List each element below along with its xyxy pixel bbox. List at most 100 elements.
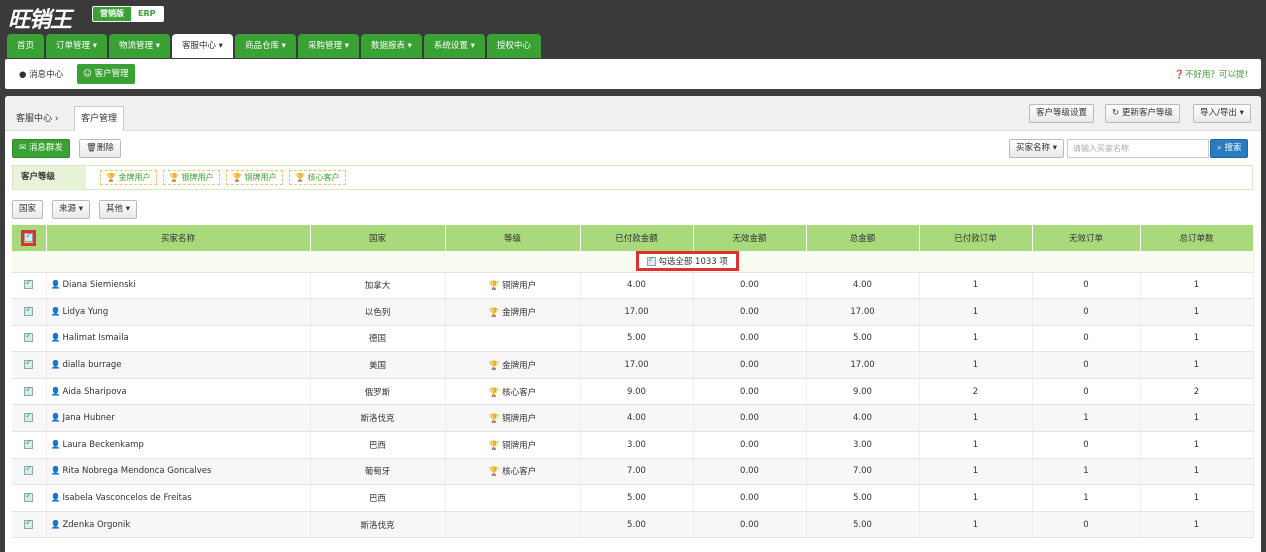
trophy-icon: 🏆 <box>488 414 500 425</box>
col-invalid-amount[interactable]: 无效金额 <box>693 225 807 251</box>
col-total-amount[interactable]: 总金额 <box>806 225 920 251</box>
row-checkbox-cell[interactable] <box>12 351 47 379</box>
buyer-name-select[interactable]: 买家名称 ▾ <box>1009 139 1064 158</box>
table-row[interactable]: 👤Isabela Vasconcelos de Freitas巴西 5.000.0… <box>12 484 1254 512</box>
row-checkbox[interactable] <box>24 464 34 476</box>
buyer-name-cell[interactable]: 👤 Diana Siemienski <box>46 272 311 300</box>
user-icon: 👤 <box>50 306 61 316</box>
search-button[interactable]: ⌕ 搜索 <box>1210 139 1249 158</box>
level-cell: 🏆 铜牌用户 <box>445 272 581 300</box>
row-checkbox[interactable] <box>24 491 34 503</box>
level-cell <box>445 511 581 539</box>
table-row[interactable]: 👤dialla burrage美国🏆 金牌用户17.000.0017.00101 <box>12 351 1254 379</box>
nav-tab-7[interactable]: 系统设置 ▾ <box>423 34 485 58</box>
row-checkbox[interactable] <box>24 411 34 423</box>
nav-tab-8[interactable]: 授权中心 <box>486 34 541 58</box>
row-checkbox-cell[interactable] <box>12 325 47 353</box>
edition-erp[interactable]: ERP <box>131 7 163 21</box>
row-checkbox-cell[interactable] <box>12 458 47 486</box>
row-checkbox-cell[interactable] <box>12 272 47 300</box>
total-amount-cell: 5.00 <box>806 484 920 512</box>
row-checkbox[interactable] <box>24 385 34 396</box>
table-row[interactable]: 👤Aida Sharipova俄罗斯🏆 核心客户9.000.009.00202 <box>12 378 1254 406</box>
delete-button[interactable]: 🗑删除 <box>79 139 121 158</box>
main-nav: 首页 订单管理 ▾ 物流管理 ▾ 客服中心 ▾ 商品仓库 ▾ 采购管理 ▾ 数据报表 ▾ 系统… <box>7 34 541 58</box>
row-checkbox-cell[interactable] <box>12 404 47 433</box>
message-center-link[interactable]: ● 消息中心 <box>19 68 63 80</box>
col-country[interactable]: 国家 <box>310 225 446 251</box>
row-checkbox[interactable] <box>24 278 34 290</box>
level-silver[interactable]: 🏆 银牌用户 <box>163 170 220 185</box>
country-cell: 以色列 <box>310 298 446 326</box>
select-all-header[interactable] <box>12 225 47 251</box>
select-all-items[interactable]: 勾选全部 1033 项 <box>635 251 739 272</box>
total-orders-cell: 1 <box>1140 484 1254 512</box>
col-buyer-name[interactable]: 买家名称 <box>46 225 311 251</box>
bulk-message-button[interactable]: ✉ 消息群发 <box>12 139 70 158</box>
col-paid-orders[interactable]: 已付款订单 <box>919 225 1033 251</box>
level-settings-button[interactable]: 客户等级设置 <box>1029 104 1095 123</box>
nav-tab-4[interactable]: 商品仓库 ▾ <box>234 34 296 58</box>
total-orders-cell: 1 <box>1140 458 1254 486</box>
nav-tab-1[interactable]: 订单管理 ▾ <box>46 34 107 58</box>
other-filter[interactable]: 其他 ▾ <box>99 200 137 219</box>
select-all-checkbox[interactable] <box>24 231 34 242</box>
buyer-name-cell[interactable]: 👤 Isabela Vasconcelos de Freitas <box>46 484 311 512</box>
trophy-icon: 🏆 <box>295 173 305 182</box>
update-level-button[interactable]: ↻ 更新客户等级 <box>1105 104 1180 123</box>
source-filter[interactable]: 来源 ▾ <box>52 200 90 219</box>
nav-tab-5[interactable]: 采购管理 ▾ <box>297 34 359 58</box>
buyer-name-cell[interactable]: 👤 Jana Hubner <box>46 404 311 433</box>
row-checkbox-cell[interactable] <box>12 484 47 512</box>
buyer-name-cell[interactable]: 👤 Zdenka Orgonik <box>46 511 311 539</box>
customer-management-tab[interactable]: ☺ 客户管理 <box>77 64 135 84</box>
nav-tab-0[interactable]: 首页 <box>7 34 45 58</box>
feedback-link[interactable]: ❓不好用？可以提！ <box>1174 68 1253 80</box>
row-checkbox[interactable] <box>24 305 34 316</box>
row-checkbox[interactable] <box>24 518 34 529</box>
edition-marketing[interactable]: 营销版 <box>93 7 131 21</box>
select-all-items-checkbox[interactable] <box>646 255 656 267</box>
table-row[interactable]: 👤Jana Hubner斯洛伐克🏆 铜牌用户4.000.004.00111 <box>12 404 1254 433</box>
top-bar: 旺销王 营销版 ERP 首页 订单管理 ▾ 物流管理 ▾ 客服中心 ▾ 商品仓库 ▾ 采购… <box>0 0 1266 58</box>
row-checkbox-cell[interactable] <box>12 378 47 406</box>
table-row[interactable]: 👤Zdenka Orgonik斯洛伐克5.000.005.00101 <box>12 511 1254 539</box>
level-gold[interactable]: 🏆 金牌用户 <box>100 170 157 185</box>
row-checkbox[interactable] <box>24 438 34 449</box>
row-checkbox-cell[interactable] <box>12 431 47 459</box>
table-row[interactable]: 👤Diana Siemienski加拿大🏆 铜牌用户4.000.004.0010… <box>12 272 1254 300</box>
nav-tab-6[interactable]: 数据报表 ▾ <box>360 34 422 58</box>
paid-amount-cell: 5.00 <box>580 484 694 512</box>
buyer-name-cell[interactable]: 👤 Halimat Ismaila <box>46 325 311 353</box>
buyer-name-cell[interactable]: 👤 Laura Beckenkamp <box>46 431 311 459</box>
col-invalid-orders[interactable]: 无效订单 <box>1032 225 1141 251</box>
table-row[interactable]: 👤Halimat Ismaila德国5.000.005.00101 <box>12 325 1254 353</box>
row-checkbox[interactable] <box>24 358 34 370</box>
total-orders-cell: 1 <box>1140 511 1254 539</box>
country-filter[interactable]: 国家 <box>12 200 44 219</box>
col-level[interactable]: 等级 <box>445 225 581 251</box>
nav-tab-2[interactable]: 物流管理 ▾ <box>109 34 170 58</box>
app-logo[interactable]: 旺销王 <box>8 2 72 34</box>
invalid-orders-cell: 0 <box>1032 511 1141 539</box>
buyer-name-cell[interactable]: 👤 Lidya Yung <box>46 298 311 326</box>
search-input[interactable]: 请输入买家名称 <box>1067 139 1209 158</box>
row-checkbox-cell[interactable] <box>12 298 47 326</box>
table-row[interactable]: 👤Lidya Yung以色列🏆 金牌用户17.000.0017.00101 <box>12 298 1254 326</box>
level-bronze[interactable]: 🏆 铜牌用户 <box>226 170 283 185</box>
table-row[interactable]: 👤Laura Beckenkamp巴西🏆 铜牌用户3.000.003.00101 <box>12 431 1254 459</box>
trophy-icon: 🏆 <box>488 440 500 451</box>
table-row[interactable]: 👤Rita Nobrega Mendonca Goncalves葡萄牙🏆 核心客… <box>12 458 1254 486</box>
row-checkbox-cell[interactable] <box>12 511 47 539</box>
col-paid-amount[interactable]: 已付款金额 <box>580 225 694 251</box>
row-checkbox[interactable] <box>24 331 34 343</box>
total-amount-cell: 4.00 <box>806 404 920 433</box>
breadcrumb-parent[interactable]: 客服中心 › <box>16 111 58 124</box>
buyer-name-cell[interactable]: 👤 Rita Nobrega Mendonca Goncalves <box>46 458 311 486</box>
import-export-button[interactable]: 导入/导出 ▾ <box>1193 104 1251 123</box>
nav-tab-3[interactable]: 客服中心 ▾ <box>171 34 233 58</box>
col-total-orders[interactable]: 总订单数 <box>1140 225 1254 251</box>
buyer-name-cell[interactable]: 👤 Aida Sharipova <box>46 378 311 406</box>
level-core[interactable]: 🏆 核心客户 <box>289 170 346 185</box>
buyer-name-cell[interactable]: 👤 dialla burrage <box>46 351 311 379</box>
